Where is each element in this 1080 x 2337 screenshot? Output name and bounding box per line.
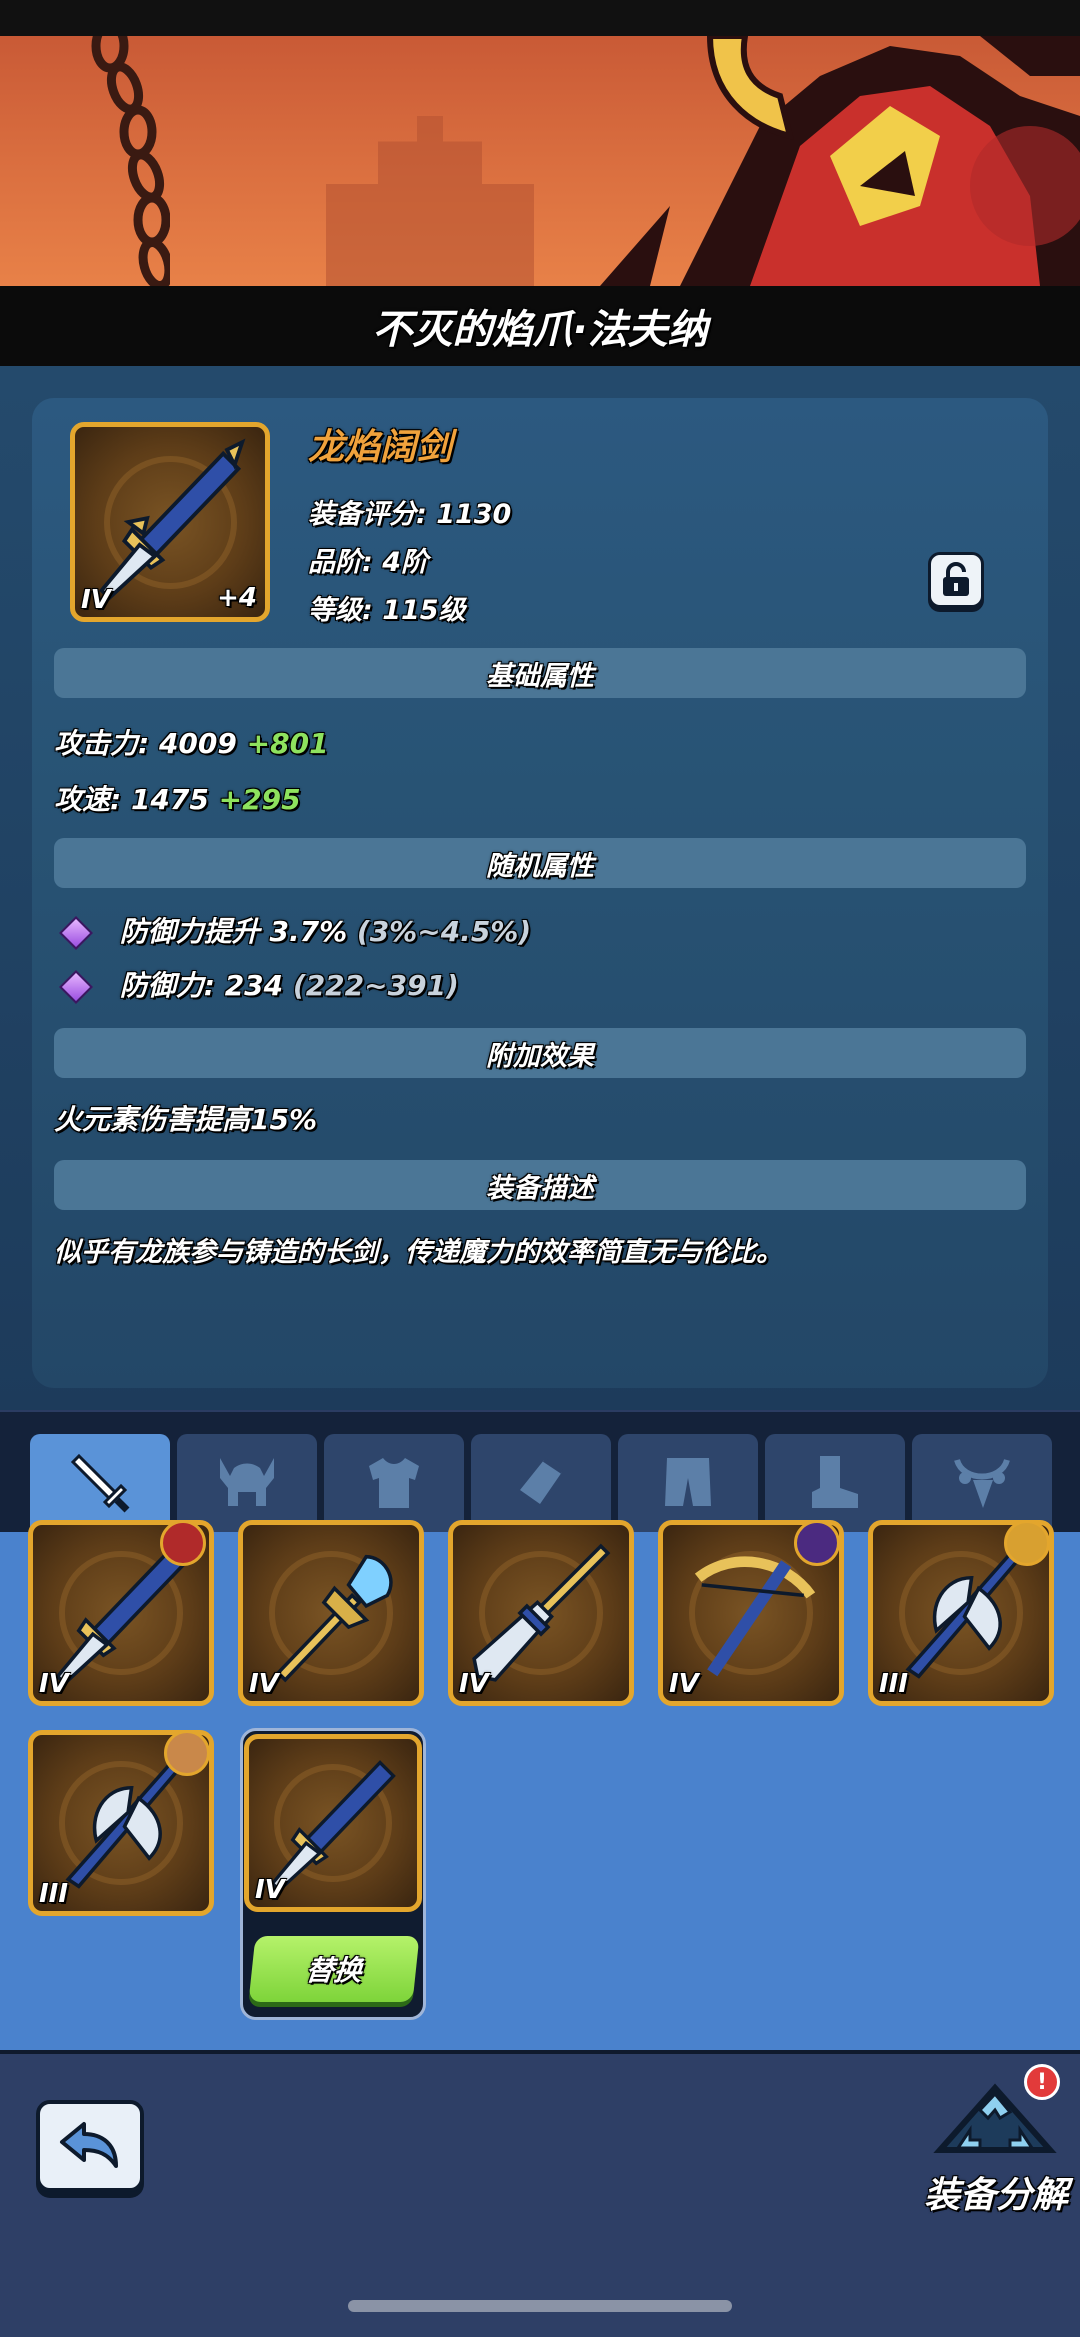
tab-helmet[interactable] <box>177 1434 317 1532</box>
home-indicator[interactable] <box>348 2300 732 2312</box>
inventory-item[interactable]: IV <box>238 1520 424 1706</box>
tab-weapon[interactable] <box>30 1434 170 1532</box>
chain-icon <box>91 36 170 286</box>
section-extra-effect: 附加效果 <box>54 1028 1026 1078</box>
purple-gem-icon <box>59 970 93 1004</box>
pants-icon <box>665 1458 711 1506</box>
tower-silhouette <box>326 116 534 286</box>
armor-icon <box>369 1458 419 1508</box>
back-arrow-icon <box>60 2122 118 2168</box>
tab-boots[interactable] <box>765 1434 905 1532</box>
attack-stat: 攻击力: 4009 +801 <box>54 727 329 760</box>
equipped-item-icon: IV +4 <box>70 422 270 622</box>
back-button[interactable] <box>36 2100 144 2192</box>
tab-pants[interactable] <box>618 1434 758 1532</box>
item-name: 龙焰阔剑 <box>308 427 453 468</box>
owner-badge <box>160 1520 206 1566</box>
item-description: 似乎有龙族参与铸造的长剑，传递魔力的效率简直无与伦比。 <box>54 1237 783 1268</box>
tab-armor[interactable] <box>324 1434 464 1532</box>
item-grade: 品阶: 4阶 <box>308 547 428 578</box>
owner-badge <box>164 1730 210 1776</box>
gauntlet-icon <box>520 1458 564 1504</box>
selected-inventory-item[interactable]: IV <box>244 1734 422 1912</box>
owner-badge <box>794 1520 840 1566</box>
helmet-icon <box>220 1458 274 1506</box>
extra-effect-text: 火元素伤害提高15% <box>54 1103 318 1136</box>
purple-gem-icon <box>59 916 93 950</box>
inventory-item[interactable]: IV <box>448 1520 634 1706</box>
random-stat-row: 防御力提升 3.7% (3%~4.5%) <box>54 910 531 950</box>
section-random-attributes: 随机属性 <box>54 838 1026 888</box>
lock-button[interactable] <box>928 552 984 608</box>
section-base-attributes: 基础属性 <box>54 648 1026 698</box>
replace-button[interactable]: 替换 <box>248 1936 420 2002</box>
enhance-level: +4 <box>217 583 257 613</box>
tab-gauntlet[interactable] <box>471 1434 611 1532</box>
boss-title-bar: 不灭的焰爪·法夫纳 <box>0 286 1080 366</box>
status-bar-area <box>0 0 1080 36</box>
boots-icon <box>812 1456 858 1508</box>
item-level: 等级: 115级 <box>308 595 466 626</box>
salvage-label: 装备分解 <box>924 2175 1069 2216</box>
tier-label: IV <box>81 585 111 615</box>
bottom-bar <box>0 2050 1080 2337</box>
alert-badge: ! <box>1024 2064 1060 2100</box>
owner-badge <box>1004 1520 1050 1566</box>
attack-speed-stat: 攻速: 1475 +295 <box>54 783 301 816</box>
unlock-icon <box>943 562 969 596</box>
sword-icon <box>70 1453 130 1513</box>
section-description: 装备描述 <box>54 1160 1026 1210</box>
boss-name: 不灭的焰爪·法夫纳 <box>372 307 708 353</box>
boss-banner-art <box>0 36 1080 286</box>
random-stat-row: 防御力: 234 (222~391) <box>54 964 459 1004</box>
equipment-score: 装备评分: 1130 <box>308 499 512 530</box>
demon-boss-portrait <box>600 36 1080 286</box>
necklace-icon <box>954 1458 1010 1508</box>
tab-necklace[interactable] <box>912 1434 1052 1532</box>
